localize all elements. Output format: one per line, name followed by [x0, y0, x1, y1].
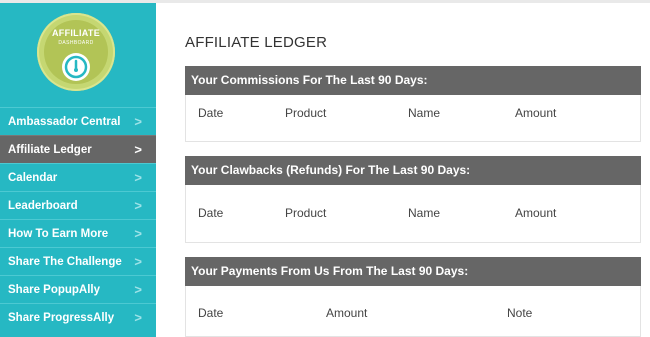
commissions-panel: Your Commissions For The Last 90 Days: D…: [185, 66, 641, 142]
gauge-icon: [62, 53, 90, 81]
sidebar-item-calendar[interactable]: Calendar >: [0, 163, 156, 191]
chevron-right-icon: >: [134, 170, 142, 185]
column-header-name: Name: [408, 106, 441, 120]
sidebar: AFFILIATE DASHBOARD Ambassador Central >…: [0, 3, 156, 337]
sidebar-item-affiliate-ledger[interactable]: Affiliate Ledger >: [0, 135, 156, 163]
column-header-date: Date: [198, 306, 224, 320]
column-header-name: Name: [408, 206, 441, 220]
sidebar-item-label: How To Earn More: [8, 228, 109, 240]
payments-header: Your Payments From Us From The Last 90 D…: [185, 257, 641, 286]
column-header-amount: Amount: [515, 106, 557, 120]
logo-area: AFFILIATE DASHBOARD: [0, 3, 156, 103]
chevron-right-icon: >: [134, 142, 142, 157]
page-title: AFFILIATE LEDGER: [185, 34, 328, 51]
column-header-note: Note: [507, 306, 533, 320]
column-header-product: Product: [285, 106, 327, 120]
badge-subtitle: DASHBOARD: [58, 40, 94, 46]
column-header-date: Date: [198, 106, 224, 120]
sidebar-item-how-to-earn-more[interactable]: How To Earn More >: [0, 219, 156, 247]
sidebar-item-label: Share The Challenge: [8, 256, 122, 268]
chevron-right-icon: >: [134, 226, 142, 241]
sidebar-item-label: Calendar: [8, 172, 58, 184]
payments-table: Date Amount Note: [185, 286, 641, 337]
sidebar-item-label: Affiliate Ledger: [8, 144, 92, 156]
commissions-table: Date Product Name Amount: [185, 95, 641, 142]
sidebar-item-share-the-challenge[interactable]: Share The Challenge >: [0, 247, 156, 275]
commissions-header: Your Commissions For The Last 90 Days:: [185, 66, 641, 95]
column-header-amount: Amount: [326, 306, 368, 320]
sidebar-item-label: Ambassador Central: [8, 116, 121, 128]
chevron-right-icon: >: [134, 254, 142, 269]
sidebar-item-share-progressally[interactable]: Share ProgressAlly >: [0, 303, 156, 331]
column-header-date: Date: [198, 206, 224, 220]
payments-panel: Your Payments From Us From The Last 90 D…: [185, 257, 641, 337]
clawbacks-header: Your Clawbacks (Refunds) For The Last 90…: [185, 156, 641, 185]
chevron-right-icon: >: [134, 114, 142, 129]
chevron-right-icon: >: [134, 310, 142, 325]
badge-title: AFFILIATE: [51, 28, 101, 38]
chevron-right-icon: >: [134, 198, 142, 213]
chevron-right-icon: >: [134, 282, 142, 297]
sidebar-nav: Ambassador Central > Affiliate Ledger > …: [0, 107, 156, 331]
clawbacks-table: Date Product Name Amount: [185, 185, 641, 243]
sidebar-item-share-popupally[interactable]: Share PopupAlly >: [0, 275, 156, 303]
sidebar-item-label: Leaderboard: [8, 200, 78, 212]
sidebar-item-leaderboard[interactable]: Leaderboard >: [0, 191, 156, 219]
sidebar-item-ambassador-central[interactable]: Ambassador Central >: [0, 107, 156, 135]
clawbacks-panel: Your Clawbacks (Refunds) For The Last 90…: [185, 156, 641, 243]
sidebar-item-label: Share ProgressAlly: [8, 312, 115, 324]
sidebar-item-label: Share PopupAlly: [8, 284, 101, 296]
affiliate-dashboard-badge: AFFILIATE DASHBOARD: [37, 13, 115, 91]
column-header-product: Product: [285, 206, 327, 220]
column-header-amount: Amount: [515, 206, 557, 220]
